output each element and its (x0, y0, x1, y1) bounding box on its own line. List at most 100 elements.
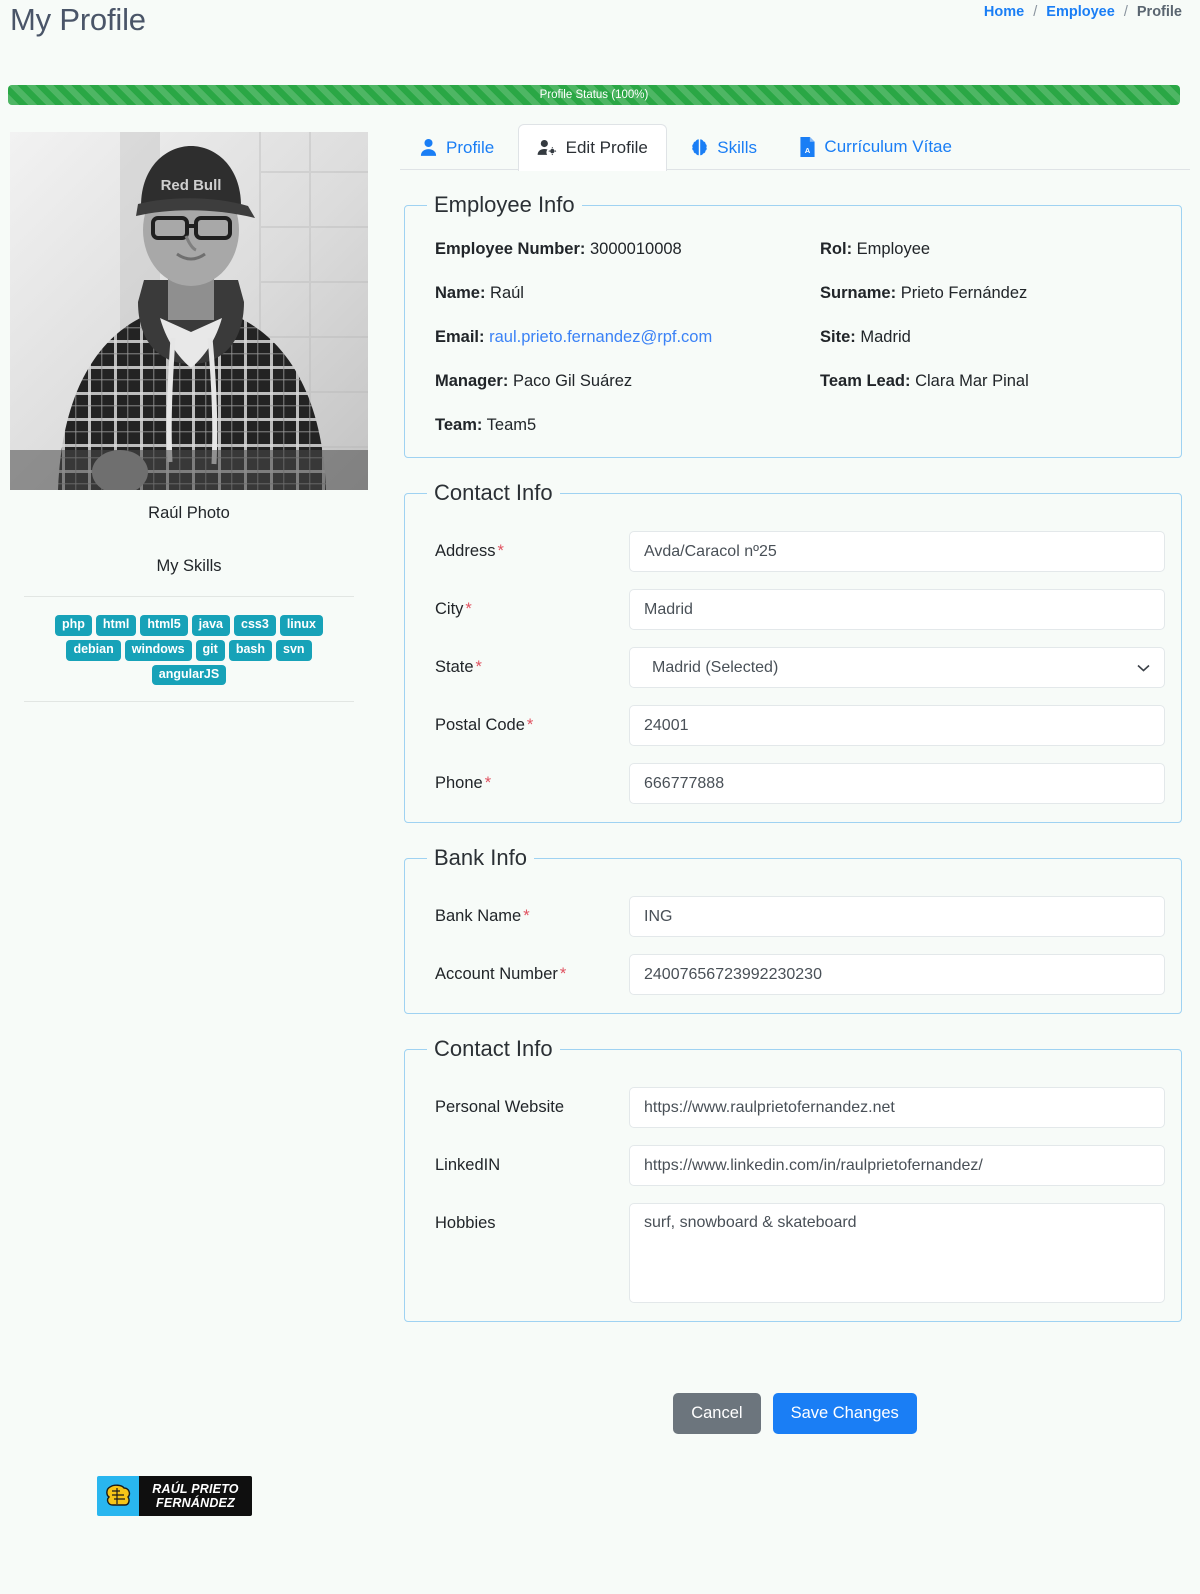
address-input[interactable]: Avda/Caracol nº25 (629, 531, 1165, 572)
page-title: My Profile (10, 2, 146, 37)
info-team: Team: Team5 (435, 416, 820, 435)
contact-info-fieldset: Contact Info Address * Avda/Caracol nº25 … (404, 480, 1182, 823)
state-label-text: State (435, 658, 474, 676)
info-employee-number: Employee Number: 3000010008 (435, 240, 820, 259)
tab-skills-label: Skills (717, 137, 757, 157)
linkedin-label: LinkedIN (435, 1156, 501, 1174)
personal-website-input[interactable]: https://www.raulprietofernandez.net (629, 1087, 1165, 1128)
form-actions: Cancel Save Changes (400, 1393, 1190, 1434)
bank-info-legend: Bank Info (434, 845, 527, 870)
bank-info-fieldset: Bank Info Bank Name * ING Account Number *… (404, 845, 1182, 1014)
file-pdf-icon: A (799, 137, 816, 157)
cancel-button[interactable]: Cancel (673, 1393, 761, 1434)
hobbies-label: Hobbies (435, 1214, 496, 1232)
info-value: Madrid (860, 328, 911, 346)
skill-badge[interactable]: windows (124, 639, 192, 661)
profile-status-progress-fill: Profile Status (100%) (8, 85, 1180, 105)
personal-website-label: Personal Website (435, 1098, 565, 1116)
chevron-down-icon (1137, 659, 1150, 677)
skill-badge[interactable]: html (95, 615, 137, 636)
page-header: My Profile Home / Employee / Profile (0, 0, 1200, 58)
phone-label-text: Phone (435, 774, 483, 792)
info-value: 3000010008 (589, 240, 682, 258)
hobbies-textarea[interactable]: surf, snowboard & skateboard (629, 1203, 1165, 1303)
state-select-value: Madrid (Selected) (652, 658, 779, 676)
info-value: Employee (856, 240, 931, 258)
info-label: Employee Number: (435, 240, 586, 258)
account-number-input[interactable]: 24007656723992230230 (629, 954, 1165, 995)
info-value: Paco Gil Suárez (512, 372, 633, 390)
logo-line-2: FERNÁNDEZ (156, 1496, 235, 1510)
city-label-text: City (435, 600, 464, 618)
field-row-personal-website: Personal Website https://www.raulprietof… (421, 1087, 1165, 1128)
address-label-text: Address (435, 542, 496, 560)
skill-badge[interactable]: java (191, 615, 230, 636)
breadcrumb-separator-2: / (1123, 4, 1128, 20)
contact-info-secondary-legend: Contact Info (434, 1036, 553, 1061)
bank-name-label-text: Bank Name (435, 907, 522, 925)
tab-edit-profile[interactable]: Edit Profile (517, 123, 667, 171)
city-input[interactable]: Madrid (629, 589, 1165, 630)
save-changes-button[interactable]: Save Changes (772, 1393, 917, 1434)
logo-line-1: RAÚL PRIETO (152, 1482, 239, 1496)
tab-skills[interactable]: Skills (671, 124, 776, 171)
info-value: Team5 (486, 416, 537, 434)
sidebar: Red Bull Raúl Photo My Skills php html htm… (0, 122, 378, 1516)
skill-badge[interactable]: angularJS (151, 664, 227, 686)
field-row-hobbies: Hobbies surf, snowboard & skateboard (421, 1203, 1165, 1303)
bank-name-input[interactable]: ING (629, 896, 1165, 937)
skill-badge[interactable]: git (195, 639, 225, 661)
profile-photo: Red Bull (10, 132, 368, 490)
skill-badge[interactable]: css3 (234, 615, 276, 636)
field-row-phone: Phone * 666777888 (421, 763, 1165, 804)
phone-input[interactable]: 666777888 (629, 763, 1165, 804)
city-label: City * (435, 600, 629, 619)
field-row-account-number: Account Number * 24007656723992230230 (421, 954, 1165, 995)
info-surname: Surname: Prieto Fernández (820, 284, 1165, 303)
profile-tabs: Profile Edit Profile Skills A Currículum… (400, 122, 1190, 171)
info-label: Team Lead: (820, 372, 911, 390)
postal-code-input[interactable]: 24001 (629, 705, 1165, 746)
state-select[interactable]: Madrid (Selected) (629, 647, 1165, 688)
skills-badge-list: php html html5 java css3 linux debian windows gi… (24, 596, 354, 703)
info-name: Name: Raúl (435, 284, 820, 303)
info-value: Raúl (490, 284, 524, 302)
info-label: Team: (435, 416, 483, 434)
tab-profile[interactable]: Profile (400, 124, 513, 171)
field-row-postal-code: Postal Code * 24001 (421, 705, 1165, 746)
skill-badge[interactable]: svn (276, 639, 312, 661)
tab-cv-label: Currículum Vítae (824, 137, 952, 156)
user-icon (419, 138, 438, 157)
breadcrumb-home[interactable]: Home (984, 4, 1024, 20)
info-label: Email: (435, 328, 485, 346)
skill-badge[interactable]: php (55, 615, 92, 636)
svg-text:A: A (805, 146, 811, 155)
skill-badge[interactable]: debian (66, 639, 121, 661)
skill-badge[interactable]: bash (228, 639, 272, 661)
tab-profile-label: Profile (446, 137, 495, 157)
tab-edit-profile-label: Edit Profile (565, 137, 648, 157)
info-value: Prieto Fernández (900, 284, 1028, 302)
breadcrumb: Home / Employee / Profile (984, 4, 1182, 20)
email-link[interactable]: raul.prieto.fernandez@rpf.com (489, 328, 712, 346)
contact-info-secondary-fieldset: Contact Info Personal Website https://ww… (404, 1036, 1182, 1322)
breadcrumb-employee[interactable]: Employee (1046, 4, 1115, 20)
svg-text:Red Bull: Red Bull (161, 177, 222, 194)
info-label: Manager: (435, 372, 509, 390)
linkedin-input[interactable]: https://www.linkedin.com/in/raulprietofe… (629, 1145, 1165, 1186)
skill-badge[interactable]: html5 (140, 615, 188, 636)
info-rol: Rol: Employee (820, 240, 1165, 259)
employee-info-legend: Employee Info (434, 192, 575, 217)
brain-logo-icon (97, 1476, 139, 1516)
skill-badge[interactable]: linux (279, 615, 323, 636)
required-asterisk: * (523, 907, 530, 925)
required-asterisk: * (484, 774, 492, 792)
required-asterisk: * (559, 965, 567, 983)
info-label: Surname: (820, 284, 897, 302)
employee-info-grid: Employee Number: 3000010008 Rol: Employe… (421, 226, 1165, 439)
field-row-bank-name: Bank Name * ING (421, 896, 1165, 937)
tab-curriculum-vitae[interactable]: A Currículum Vítae (780, 123, 971, 170)
required-asterisk: * (475, 658, 482, 676)
postal-code-label: Postal Code * (435, 716, 629, 735)
